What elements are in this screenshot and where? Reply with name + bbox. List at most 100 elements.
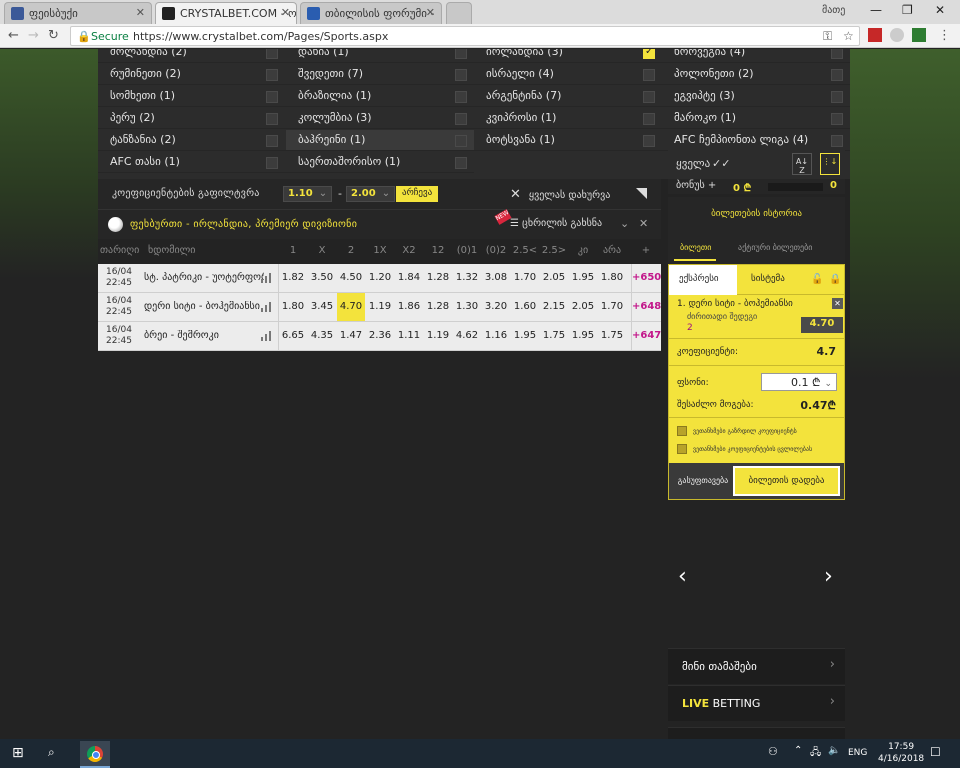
tab-system[interactable]: სისტემა [751, 274, 785, 284]
odd-cell[interactable]: 1.95 [511, 322, 539, 350]
double-check-icon[interactable]: ✓✓ [712, 157, 730, 170]
bookmark-star-icon[interactable]: ☆ [843, 29, 854, 43]
country-checkbox[interactable] [455, 91, 467, 103]
maximize-icon[interactable]: ❐ [902, 3, 913, 17]
tab-ticket[interactable]: ბილეთი [680, 243, 711, 252]
chevron-down-icon[interactable]: ⌄ [620, 217, 629, 230]
country-item[interactable]: ბოტსვანა (1) [474, 130, 662, 151]
country-item[interactable]: ისრაელი (4) [474, 64, 662, 85]
notifications-icon[interactable]: ☐ [930, 745, 941, 759]
more-markets-link[interactable]: +648 [631, 293, 661, 321]
country-item[interactable]: რუმინეთი (2) [98, 64, 286, 85]
windows-start-icon[interactable]: ⊞ [12, 745, 24, 761]
country-item[interactable]: ირლანდია (3) [474, 49, 662, 63]
odd-cell[interactable]: 2.05 [569, 293, 597, 321]
country-checkbox[interactable] [455, 135, 467, 147]
collapse-icon[interactable] [636, 188, 647, 199]
odd-cell[interactable]: 1.60 [511, 293, 539, 321]
country-item[interactable]: AFC ჩემპიონთა ლიგა (4) [662, 130, 850, 151]
country-item[interactable]: დანია (1) [286, 49, 474, 63]
country-item[interactable]: კვიპროსი (1) [474, 108, 662, 129]
odd-cell[interactable]: 2.36 [366, 322, 394, 350]
country-item[interactable]: ბრაზილია (1) [286, 86, 474, 107]
odd-cell[interactable]: 1.47 [337, 322, 365, 350]
odd-cell[interactable]: 1.84 [395, 264, 423, 292]
odd-cell[interactable]: 1.11 [395, 322, 423, 350]
odd-cell[interactable]: 3.08 [482, 264, 510, 292]
tab-active-tickets[interactable]: აქტიური ბილეთები [738, 243, 812, 252]
close-all-button[interactable]: ✕ ყველას დახურვა [510, 187, 610, 202]
tab-forum[interactable]: თბილისის ფორუმი - ✕ [300, 2, 442, 24]
odd-cell[interactable]: 4.50 [337, 264, 365, 292]
country-checkbox[interactable] [831, 91, 843, 103]
extension-icon[interactable] [912, 28, 926, 42]
stats-icon[interactable] [261, 331, 271, 341]
country-item[interactable]: ტანზანია (2) [98, 130, 286, 151]
more-markets-link[interactable]: +647 [631, 322, 661, 350]
odd-cell[interactable]: 1.95 [569, 264, 597, 292]
country-item[interactable]: სომხეთი (1) [98, 86, 286, 107]
more-markets-link[interactable]: +650 [631, 264, 661, 292]
country-checkbox[interactable] [643, 91, 655, 103]
country-checkbox[interactable] [643, 113, 655, 125]
tab-express[interactable]: ექსპრესი [669, 265, 737, 295]
sort-az-button[interactable]: A↓ Z [792, 153, 812, 175]
stake-input[interactable]: 0.1 ₾ ⌄ [761, 373, 837, 391]
odd-cell[interactable]: 1.75 [540, 322, 568, 350]
country-item[interactable]: კოლუმბია (3) [286, 108, 474, 129]
chevron-left-icon[interactable]: ‹ [678, 564, 687, 589]
country-checkbox[interactable] [266, 69, 278, 81]
minimize-icon[interactable]: — [870, 3, 882, 17]
country-checkbox[interactable] [831, 49, 843, 59]
country-item[interactable]: შვედეთი (7) [286, 64, 474, 85]
country-checkbox[interactable] [831, 135, 843, 147]
language-indicator[interactable]: ENG [848, 748, 867, 758]
odd-cell[interactable]: 1.20 [366, 264, 394, 292]
odd-cell[interactable]: 3.20 [482, 293, 510, 321]
odd-cell[interactable]: 1.30 [453, 293, 481, 321]
close-icon[interactable]: ✕ [136, 6, 145, 19]
menu-icon[interactable]: ⋮ [938, 28, 951, 43]
country-item[interactable]: ბაჰრეინი (1) [286, 130, 474, 151]
odd-cell[interactable]: 1.19 [424, 322, 452, 350]
odd-cell[interactable]: 1.16 [482, 322, 510, 350]
country-checkbox[interactable] [266, 113, 278, 125]
odd-cell[interactable]: 1.82 [279, 264, 307, 292]
odd-cell[interactable]: 1.28 [424, 264, 452, 292]
remove-selection-icon[interactable]: ✕ [832, 298, 843, 309]
country-item[interactable]: პოლონეთი (2) [662, 64, 850, 85]
country-checkbox[interactable] [831, 113, 843, 125]
mini-games-panel[interactable]: მინი თამაშები › [668, 648, 845, 684]
url-text[interactable]: https://www.crystalbet.com/Pages/Sports.… [133, 30, 388, 43]
select-all-label[interactable]: ყველა [676, 157, 710, 170]
odd-cell[interactable]: 6.65 [279, 322, 307, 350]
country-item[interactable]: არგენტინა (7) [474, 86, 662, 107]
country-checkbox[interactable] [643, 69, 655, 81]
country-checkbox[interactable] [455, 49, 467, 59]
close-icon[interactable]: ✕ [639, 217, 648, 230]
country-checkbox[interactable] [455, 113, 467, 125]
match-teams[interactable]: დერი სიტი - ბოჰემიანსი [144, 301, 264, 312]
country-checkbox[interactable] [831, 69, 843, 81]
odd-cell[interactable]: 1.70 [598, 293, 626, 321]
country-checkbox[interactable] [643, 135, 655, 147]
key-icon[interactable]: ⚿ [823, 29, 832, 44]
stats-icon[interactable] [261, 273, 271, 283]
country-item[interactable]: მოლანდია (2) [98, 49, 286, 63]
country-checkbox-checked[interactable] [643, 49, 655, 59]
country-checkbox[interactable] [266, 91, 278, 103]
odd-cell[interactable]: 4.35 [308, 322, 336, 350]
country-item[interactable]: მაროკო (1) [662, 108, 850, 129]
odd-cell[interactable]: 1.86 [395, 293, 423, 321]
odd-cell[interactable]: 1.95 [569, 322, 597, 350]
extension-icon[interactable] [890, 28, 904, 42]
filter-apply-button[interactable]: არჩევა [396, 186, 439, 202]
back-icon[interactable]: ← [8, 28, 19, 43]
lock-icon[interactable]: 🔒 [829, 274, 841, 285]
search-icon[interactable]: ⌕ [48, 745, 55, 760]
country-item[interactable]: პერუ (2) [98, 108, 286, 129]
country-checkbox[interactable] [455, 157, 467, 169]
odd-cell[interactable]: 2.05 [540, 264, 568, 292]
accept-odds-change-checkbox[interactable] [677, 444, 687, 454]
odd-cell[interactable]: 4.62 [453, 322, 481, 350]
